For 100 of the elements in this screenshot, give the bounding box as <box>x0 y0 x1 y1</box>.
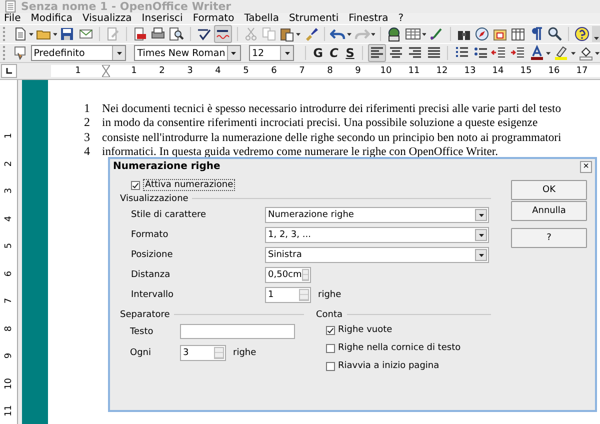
ruler-number: 7 <box>2 298 14 304</box>
close-button[interactable]: × <box>580 160 592 172</box>
paragraph-style-dropdown[interactable]: Predefinito <box>30 45 126 61</box>
field-label: Formato <box>131 230 170 240</box>
toolbar-overflow-button[interactable] <box>592 26 600 42</box>
dialog-button[interactable]: ? <box>511 228 587 248</box>
menu-item[interactable]: File <box>4 13 21 24</box>
ruler-number: 8 <box>326 66 334 76</box>
ruler-number: 12 <box>435 66 449 76</box>
ruler-number: 6 <box>2 270 14 276</box>
caret-icon[interactable] <box>370 32 376 36</box>
pdf-icon[interactable] <box>132 25 148 43</box>
unit-label: righe <box>318 290 342 300</box>
ruler-number: 7 <box>298 66 306 76</box>
text-format-button[interactable]: S <box>343 44 358 62</box>
ruler-number: 9 <box>354 66 362 76</box>
ruler-number: 9 <box>2 352 14 359</box>
ruler-number: 17 <box>575 66 589 76</box>
font-name-dropdown[interactable]: Times New Roman <box>134 45 241 61</box>
menu-item[interactable]: Visualizza <box>82 13 132 24</box>
ruler-number: 6 <box>270 66 278 76</box>
checkbox[interactable] <box>326 326 335 334</box>
checkbox-label[interactable]: Attiva numerazione <box>143 179 236 191</box>
menu-item[interactable]: ? <box>398 13 404 24</box>
ruler-number: 14 <box>491 66 505 76</box>
checkbox[interactable] <box>131 180 140 190</box>
help-icon[interactable] <box>574 25 590 43</box>
font-size-dropdown[interactable]: 12 <box>248 45 294 61</box>
dropdown[interactable]: Sinistra <box>265 247 489 263</box>
unit-label: righe <box>233 348 256 358</box>
compass-icon[interactable] <box>474 25 490 43</box>
document-icon <box>4 0 17 13</box>
ruler-number: 1 <box>130 66 138 76</box>
caret-icon[interactable] <box>594 37 599 40</box>
dialog-button[interactable]: Annulla <box>511 201 587 221</box>
menu-item[interactable]: Formato <box>192 13 234 24</box>
caret-icon[interactable] <box>422 32 426 36</box>
section-title: Visualizzazione <box>120 194 188 204</box>
section-title: Separatore <box>120 310 170 320</box>
menu-item[interactable]: Tabella <box>244 13 279 24</box>
ruler-number: 1 <box>2 132 14 139</box>
ruler-number: 10 <box>379 66 393 76</box>
text-format-button[interactable]: G <box>310 44 325 62</box>
print-preview-icon[interactable] <box>168 25 185 43</box>
line-number: 3 <box>84 130 91 145</box>
dialog-button[interactable]: OK <box>511 180 587 200</box>
menu-item[interactable]: Inserisci <box>142 13 183 24</box>
checkbox[interactable] <box>326 362 335 370</box>
field-label: Distanza <box>131 270 172 280</box>
caret-icon[interactable] <box>595 52 600 54</box>
field-label: Testo <box>130 326 154 336</box>
ruler-number: 15 <box>519 66 533 76</box>
ruler-number: 4 <box>214 66 222 76</box>
ruler-number: 8 <box>2 325 14 332</box>
menu-item[interactable]: Modifica <box>30 13 73 24</box>
line-number: 1 <box>84 100 91 116</box>
checkbox[interactable] <box>326 344 335 352</box>
caret-icon[interactable] <box>29 32 34 36</box>
ruler-number: 2 <box>2 160 14 166</box>
tab-stop-selector[interactable] <box>1 64 17 78</box>
caret-icon[interactable] <box>478 254 484 256</box>
text-line: in modo da consentire riferimenti incrociati precisi. Una possibile soluzione a queste esigenze <box>102 116 538 130</box>
caret-icon[interactable] <box>570 52 576 54</box>
window-title: Senza nome 1 - OpenOffice Writer <box>21 0 232 13</box>
zoom-icon[interactable] <box>546 25 563 43</box>
caret-icon[interactable] <box>478 234 484 236</box>
menu-item[interactable]: Finestra <box>348 13 388 24</box>
ruler-number: 1 <box>74 66 82 76</box>
ruler-number: 16 <box>547 66 561 76</box>
checkbox-label[interactable]: Righe nella cornice di testo <box>338 343 461 353</box>
dropdown[interactable]: Numerazione righe <box>265 207 489 223</box>
caret-icon[interactable] <box>231 52 236 54</box>
text-line: informatici. In questa guida vedremo come numerare le righe con OpenOffice Writer. <box>102 145 498 158</box>
dropdown[interactable]: 1, 2, 3, ... <box>265 227 489 243</box>
ruler-number: 2 <box>158 66 166 76</box>
spin-field[interactable]: 3 <box>180 344 226 360</box>
text-field[interactable] <box>180 324 295 339</box>
checkbox-label[interactable]: Righe vuote <box>338 325 392 335</box>
text-format-button[interactable]: C <box>327 44 342 62</box>
caret-icon[interactable] <box>478 214 484 216</box>
caret-icon[interactable] <box>546 52 552 54</box>
ruler-number: 13 <box>463 66 477 76</box>
tab-stop-icon[interactable] <box>5 67 13 75</box>
line-number: 4 <box>84 144 91 160</box>
autospellcheck-icon[interactable] <box>214 25 232 43</box>
field-label: Posizione <box>131 250 174 260</box>
ruler-number: 4 <box>2 215 14 222</box>
indent-marker-icon[interactable] <box>102 65 110 77</box>
menu-item[interactable]: Strumenti <box>288 13 339 24</box>
caret-icon[interactable] <box>52 32 58 36</box>
caret-icon[interactable] <box>284 52 290 54</box>
font-color-icon[interactable] <box>528 44 546 62</box>
caret-icon[interactable] <box>347 32 352 36</box>
align-left-icon[interactable] <box>368 44 386 62</box>
highlighter-icon[interactable] <box>553 44 570 62</box>
caret-icon[interactable] <box>116 52 122 54</box>
spin-field[interactable]: 0,50cm <box>265 267 311 283</box>
spin-field[interactable]: 1 <box>265 287 311 303</box>
checkbox-label[interactable]: Riavvia a inizio pagina <box>338 361 440 371</box>
caret-icon[interactable] <box>296 32 301 36</box>
